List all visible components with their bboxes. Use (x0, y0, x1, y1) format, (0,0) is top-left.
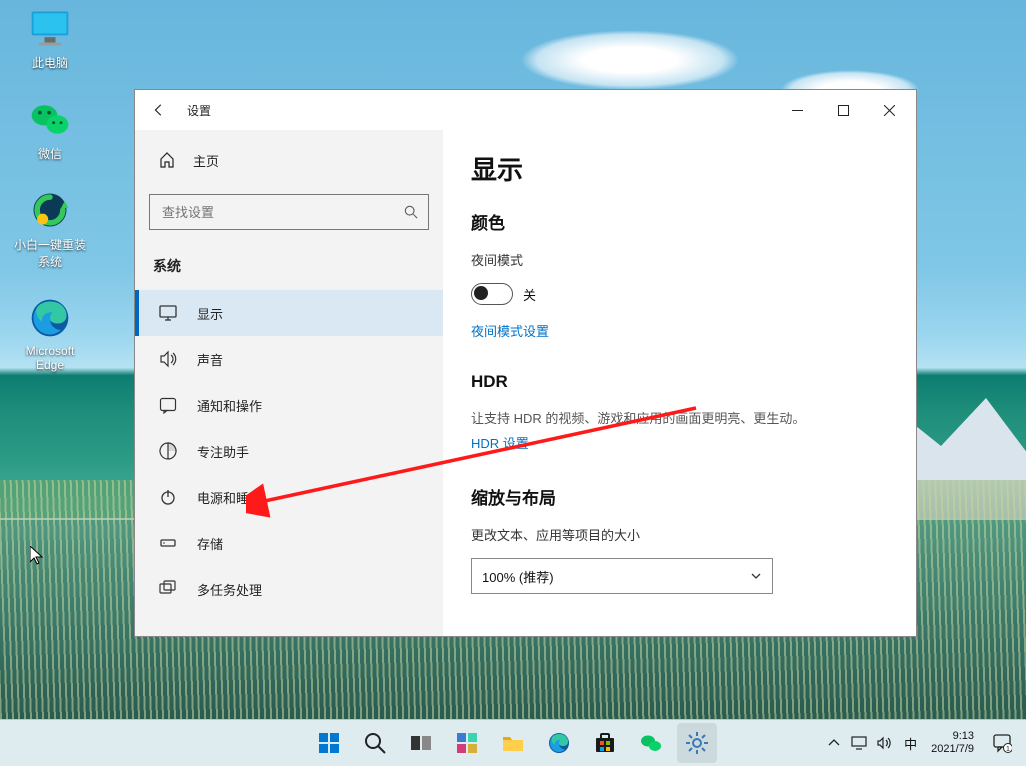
nav-home-label: 主页 (193, 151, 219, 170)
scale-label: 更改文本、应用等项目的大小 (471, 525, 888, 544)
scale-value: 100% (推荐) (482, 567, 554, 586)
taskview-icon (409, 731, 433, 755)
taskbar-explorer[interactable] (493, 723, 533, 763)
section-color: 颜色 (471, 209, 888, 234)
search-field[interactable] (160, 204, 404, 221)
reinstall-icon (28, 188, 72, 232)
window-title: 设置 (187, 102, 211, 119)
windows-icon (317, 731, 341, 755)
nav-home[interactable]: 主页 (135, 140, 443, 180)
taskbar-store[interactable] (585, 723, 625, 763)
notifications-icon (159, 396, 177, 414)
sidebar-item-label: 声音 (197, 350, 223, 369)
content-pane: 显示 颜色 夜间模式 关 夜间模式设置 HDR 让支持 HDR 的视频、游戏和应… (443, 130, 916, 636)
sidebar-item-display[interactable]: 显示 (135, 290, 443, 336)
search-icon (404, 205, 418, 219)
taskbar-taskview[interactable] (401, 723, 441, 763)
taskbar-clock[interactable]: 9:13 2021/7/9 (923, 730, 982, 756)
focus-icon (159, 442, 177, 460)
widgets-icon (455, 731, 479, 755)
sidebar-item-storage[interactable]: 存储 (135, 520, 443, 566)
night-mode-settings-link[interactable]: 夜间模式设置 (471, 321, 888, 340)
desktop-icon-xiaobai[interactable]: 小白一键重装系统 (10, 188, 90, 270)
taskbar-search[interactable] (355, 723, 395, 763)
night-mode-toggle[interactable]: 关 (471, 283, 888, 305)
toggle-state: 关 (523, 285, 536, 304)
wallpaper-decor (520, 30, 740, 90)
desktop-icon-label: 小白一键重装系统 (10, 236, 90, 270)
sidebar-item-label: 电源和睡眠 (197, 488, 262, 507)
pc-icon (28, 6, 72, 50)
sidebar-item-label: 专注助手 (197, 442, 249, 461)
settings-window: 设置 主页 系统 显 (134, 89, 917, 637)
sidebar-item-label: 存储 (197, 534, 223, 553)
taskbar: 中 9:13 2021/7/9 1 (0, 719, 1026, 766)
taskbar-settings[interactable] (677, 723, 717, 763)
taskbar-edge[interactable] (539, 723, 579, 763)
gear-icon (685, 731, 709, 755)
sidebar-item-label: 显示 (197, 304, 223, 323)
svg-text:1: 1 (1006, 746, 1010, 753)
section-hdr: HDR (471, 372, 888, 392)
clock-date: 2021/7/9 (931, 743, 974, 756)
desktop-icon-label: Microsoft Edge (10, 344, 90, 372)
display-icon (159, 304, 177, 322)
ime-indicator[interactable]: 中 (900, 734, 921, 753)
volume-tray-icon (876, 735, 892, 751)
folder-icon (501, 731, 525, 755)
chevron-down-icon (750, 570, 762, 582)
storage-icon (159, 534, 177, 552)
wechat-icon (639, 731, 663, 755)
start-button[interactable] (309, 723, 349, 763)
sidebar-item-focus[interactable]: 专注助手 (135, 428, 443, 474)
power-icon (159, 488, 177, 506)
close-button[interactable] (866, 94, 912, 126)
sidebar-item-notifications[interactable]: 通知和操作 (135, 382, 443, 428)
desktop-icon-label: 微信 (10, 145, 90, 162)
scale-select[interactable]: 100% (推荐) (471, 558, 773, 594)
hdr-description: 让支持 HDR 的视频、游戏和应用的画面更明亮、更生动。 (471, 408, 888, 427)
desktop-icon-wechat[interactable]: 微信 (10, 97, 90, 162)
search-input[interactable] (149, 194, 429, 230)
page-heading: 显示 (471, 150, 888, 187)
taskbar-wechat[interactable] (631, 723, 671, 763)
multitask-icon (159, 580, 177, 598)
desktop-icon-label: 此电脑 (10, 54, 90, 71)
clock-time: 9:13 (931, 730, 974, 743)
notification-icon: 1 (992, 733, 1012, 753)
back-button[interactable] (139, 90, 179, 130)
desktop-icon-edge[interactable]: Microsoft Edge (10, 296, 90, 372)
chevron-up-icon (826, 735, 842, 751)
toggle-track (471, 283, 513, 305)
sidebar-item-label: 多任务处理 (197, 580, 262, 599)
section-scale: 缩放与布局 (471, 484, 888, 509)
edge-icon (547, 731, 571, 755)
store-icon (593, 731, 617, 755)
hdr-settings-link[interactable]: HDR 设置 (471, 433, 888, 452)
search-icon (363, 731, 387, 755)
desktop: 此电脑 微信 小白一键重装系统 Microsoft Edge 设置 (0, 0, 1026, 766)
sidebar-item-sound[interactable]: 声音 (135, 336, 443, 382)
sound-icon (159, 350, 177, 368)
sidebar-item-multitask[interactable]: 多任务处理 (135, 566, 443, 612)
notification-center[interactable]: 1 (984, 725, 1020, 761)
sidebar: 主页 系统 显示 声音 (135, 130, 443, 636)
display-tray-icon (851, 735, 867, 751)
home-icon (159, 152, 175, 168)
titlebar[interactable]: 设置 (135, 90, 916, 130)
sidebar-item-label: 通知和操作 (197, 396, 262, 415)
wechat-icon (28, 97, 72, 141)
maximize-button[interactable] (820, 94, 866, 126)
desktop-icon-this-pc[interactable]: 此电脑 (10, 6, 90, 71)
night-mode-label: 夜间模式 (471, 250, 888, 269)
taskbar-widgets[interactable] (447, 723, 487, 763)
system-tray[interactable] (820, 735, 898, 751)
sidebar-item-power[interactable]: 电源和睡眠 (135, 474, 443, 520)
minimize-button[interactable] (774, 94, 820, 126)
edge-icon (28, 296, 72, 340)
sidebar-category: 系统 (135, 236, 443, 286)
